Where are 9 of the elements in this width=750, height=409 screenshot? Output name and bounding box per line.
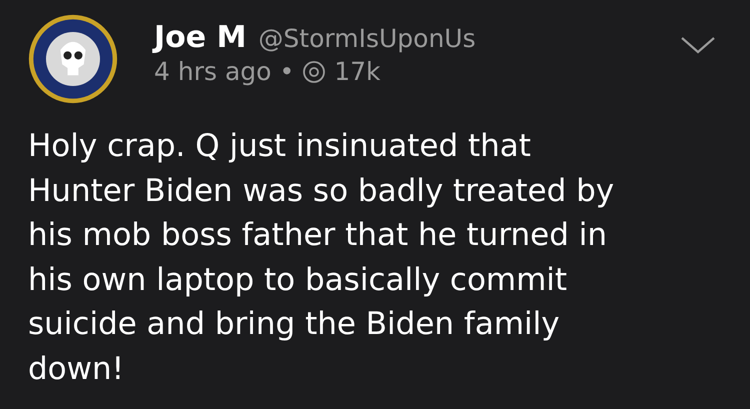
author-handle[interactable]: @StormIsUponUs [258,24,476,53]
avatar-icon [28,14,118,104]
views-icon [302,60,326,84]
chevron-down-icon[interactable] [680,36,716,54]
post-text: Holy crap. Q just insinuated that Hunter Biden was so badly treated by his mob boss father that he turned in his own laptop to basically commit suicide and bring the Biden family down! [28,127,616,388]
separator: • [279,57,294,86]
author-name[interactable]: Joe M [154,20,246,55]
post-time: 4 hrs ago [154,57,272,86]
view-count: 17k [334,57,380,86]
